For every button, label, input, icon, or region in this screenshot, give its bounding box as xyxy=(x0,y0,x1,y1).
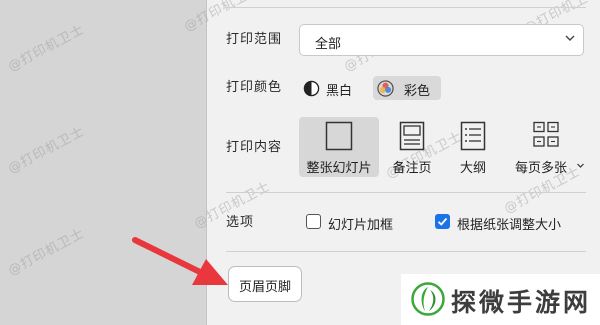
layout-option-full-slide[interactable]: 整张幻灯片 xyxy=(299,117,379,177)
full-slide-icon xyxy=(325,121,353,151)
print-range-label: 打印范围 xyxy=(226,32,283,47)
outline-icon xyxy=(460,121,486,151)
print-range-value: 全部 xyxy=(315,37,342,52)
frame-slides-checkbox[interactable]: 幻灯片加框 xyxy=(306,214,406,233)
chevron-down-icon xyxy=(577,163,584,168)
print-color-label: 打印颜色 xyxy=(226,80,283,95)
notes-page-icon xyxy=(399,121,425,151)
layout-option-full-slide-label: 整张幻灯片 xyxy=(306,161,372,176)
color-option-color-label: 彩色 xyxy=(404,84,431,99)
layout-option-outline[interactable]: 大纲 xyxy=(450,117,496,177)
site-logo: 探微手游网 xyxy=(401,274,600,325)
fit-to-paper-checkbox[interactable]: 根据纸张调整大小 xyxy=(435,214,575,233)
red-arrow-icon xyxy=(132,237,228,285)
options-label: 选项 xyxy=(226,215,255,230)
layout-option-multi-slide[interactable]: 每页多张 xyxy=(507,117,585,177)
leaf-logo-icon xyxy=(411,282,445,316)
print-range-select[interactable]: 全部 xyxy=(299,24,584,56)
color-option-bw[interactable]: 黑白 xyxy=(299,76,361,100)
chevron-down-icon xyxy=(565,35,575,41)
print-content-label: 打印内容 xyxy=(226,140,283,155)
multi-slide-icon xyxy=(533,121,559,147)
color-wheel-icon xyxy=(377,80,394,97)
layout-option-notes-page-label: 备注页 xyxy=(392,161,432,176)
frame-slides-label: 幻灯片加框 xyxy=(328,218,394,233)
half-circle-icon xyxy=(303,80,320,97)
checkbox-checked[interactable] xyxy=(435,214,450,229)
checkbox-unchecked[interactable] xyxy=(306,214,321,229)
fit-to-paper-label: 根据纸张调整大小 xyxy=(457,218,562,233)
section-divider xyxy=(226,7,586,8)
checkmark-icon xyxy=(437,217,448,226)
section-divider xyxy=(226,251,586,252)
section-divider xyxy=(226,192,586,193)
site-logo-text: 探微手游网 xyxy=(451,288,592,317)
layout-option-outline-label: 大纲 xyxy=(459,161,486,176)
layout-option-notes-page[interactable]: 备注页 xyxy=(384,117,440,177)
color-option-color[interactable]: 彩色 xyxy=(373,76,441,100)
color-option-bw-label: 黑白 xyxy=(326,84,353,99)
layout-option-multi-slide-label: 每页多张 xyxy=(514,161,567,176)
